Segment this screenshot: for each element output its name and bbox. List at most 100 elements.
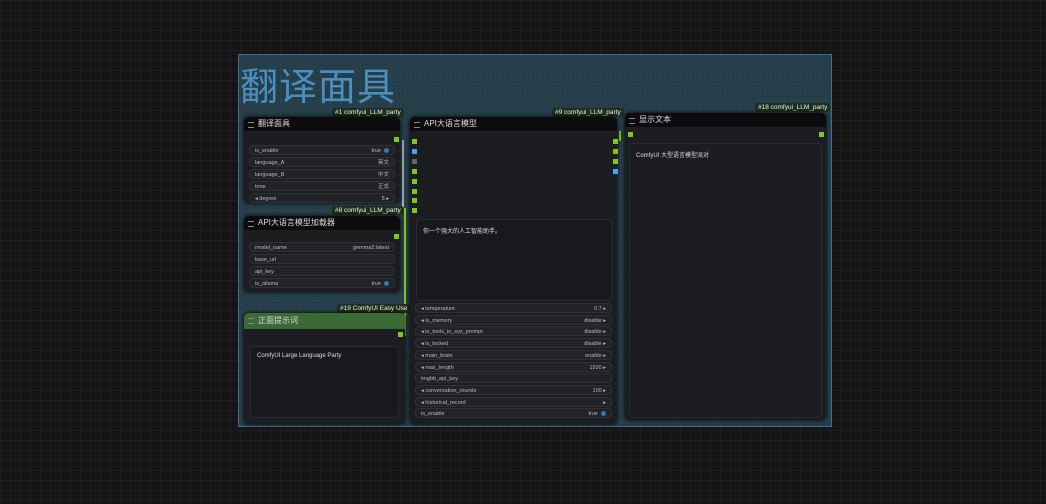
node-api-llm[interactable]: API大语言模型 你一个强大的人工智能助手。 ◂ temperature 0.7 …: [410, 117, 618, 424]
input-slot[interactable]: [412, 139, 417, 144]
output-slot[interactable]: [819, 132, 824, 137]
widget-label: degree: [259, 196, 277, 202]
output-slot[interactable]: [613, 149, 618, 154]
node-badge: #19 ComfyUI Easy Use: [337, 304, 411, 313]
increment-arrow-icon[interactable]: ▸: [385, 196, 389, 202]
prompt-textarea[interactable]: ComfyUI Large Language Party: [250, 346, 399, 418]
widget-is-tools-in-sys-prompt[interactable]: ◂ is_tools_in_sys_prompt disable ▸: [415, 326, 612, 337]
widget-value: 100: [592, 387, 602, 394]
link-wire: [402, 140, 404, 210]
node-title[interactable]: API大语言模型加载器: [244, 216, 400, 230]
output-slot[interactable]: [613, 159, 618, 164]
node-title[interactable]: 翻译面具: [244, 117, 400, 131]
widget-value: 正式: [377, 184, 389, 190]
widget-value: 英文: [377, 160, 389, 166]
widget-value: gemma2:latest: [352, 245, 389, 251]
increment-arrow-icon[interactable]: ▸: [603, 400, 606, 406]
widget-label: is_memory: [425, 317, 453, 324]
widget-value: disable: [584, 317, 602, 324]
increment-arrow-icon[interactable]: ▸: [602, 365, 606, 371]
widget-value: enable: [585, 352, 602, 359]
input-slot[interactable]: [412, 169, 417, 174]
node-title[interactable]: 显示文本: [625, 113, 826, 127]
widget-label: is_locked: [425, 341, 449, 348]
toggle-icon[interactable]: [384, 281, 389, 287]
node-show-text[interactable]: 显示文本 ComfyUI 大型语言模型派对: [625, 113, 826, 420]
widget-label: tone: [255, 184, 266, 190]
widget-is-locked[interactable]: ◂ is_locked disable ▸: [415, 338, 612, 349]
widget-value: 0.7: [594, 306, 602, 312]
widget-label: base_url: [255, 257, 277, 263]
widget-value: true: [371, 148, 381, 154]
toggle-icon[interactable]: [601, 411, 606, 417]
widget-max-length[interactable]: ◂ max_length 1920 ▸: [415, 361, 612, 372]
widget-imgbb-api-key[interactable]: imgbb_api_key: [415, 373, 612, 384]
node-badge: #18 comfyui_LLM_party: [755, 103, 831, 112]
widget-label: is_enable: [255, 148, 279, 154]
widget-conversation-rounds[interactable]: ◂ conversation_rounds 100 ▸: [415, 384, 612, 395]
widget-value: 1920: [589, 364, 602, 371]
widget-value: disable: [584, 329, 602, 336]
input-slot[interactable]: [412, 179, 417, 184]
node-api-llm-loader[interactable]: API大语言模型加载器 model_name gemma2:latest base_…: [244, 216, 400, 292]
output-slot[interactable]: [398, 332, 403, 337]
widget-value: disable: [584, 341, 602, 348]
input-slot[interactable]: [628, 132, 633, 137]
widget-language-A[interactable]: language_A 英文: [249, 157, 395, 167]
node-translate-mask[interactable]: 翻译面具 is_enable true language_A 英文 language_B…: [244, 117, 400, 203]
widget-label: is_tools_in_sys_prompt: [425, 329, 483, 336]
widget-value: 中文: [377, 172, 389, 178]
increment-arrow-icon[interactable]: ▸: [602, 388, 606, 394]
output-slot[interactable]: [613, 139, 618, 144]
widget-main-brain[interactable]: ◂ main_brain enable ▸: [415, 349, 612, 360]
widget-label: conversation_rounds: [425, 387, 477, 394]
input-slot[interactable]: [412, 198, 417, 203]
node-badge: #1 comfyui_LLM_party: [332, 108, 404, 117]
toggle-icon[interactable]: [384, 148, 389, 154]
widget-model-name[interactable]: model_name gemma2:latest: [249, 242, 395, 252]
input-slot[interactable]: [412, 159, 417, 164]
node-badge: #9 comfyui_LLM_party: [552, 108, 624, 117]
system-prompt-textarea[interactable]: 你一个强大的人工智能助手。: [416, 219, 612, 301]
increment-arrow-icon[interactable]: ▸: [602, 353, 606, 359]
widget-label: language_A: [255, 160, 285, 166]
output-slot[interactable]: [394, 137, 399, 142]
node-badge: #8 comfyui_LLM_party: [332, 206, 404, 215]
widget-is-enable[interactable]: is_enable true: [249, 145, 395, 155]
increment-arrow-icon[interactable]: ▸: [602, 341, 606, 347]
node-title[interactable]: API大语言模型: [410, 117, 617, 131]
widget-tone[interactable]: tone 正式: [249, 181, 395, 191]
widget-label: is_enable: [421, 411, 445, 418]
widget-label: is_ollama: [255, 281, 279, 287]
widget-label: api_key: [255, 269, 274, 275]
increment-arrow-icon[interactable]: ▸: [602, 318, 606, 324]
widget-degree[interactable]: ◂ degree 5 ▸: [249, 193, 395, 203]
widget-api-key[interactable]: api_key: [249, 266, 395, 276]
widget-is-enable[interactable]: is_enable true: [415, 408, 612, 419]
widget-label: language_B: [255, 172, 285, 178]
output-text-display[interactable]: ComfyUI 大型语言模型派对: [629, 143, 822, 418]
input-slot[interactable]: [412, 208, 417, 213]
widget-base-url[interactable]: base_url: [249, 254, 395, 264]
widget-historical-record[interactable]: ◂ historical_record ▸: [415, 396, 612, 407]
output-slot[interactable]: [394, 234, 399, 239]
increment-arrow-icon[interactable]: ▸: [602, 306, 606, 312]
node-positive-prompt[interactable]: 正面提示词 ComfyUI Large Language Party: [244, 313, 405, 424]
widget-value: true: [371, 281, 381, 287]
widget-label: temperature: [425, 306, 455, 312]
widget-is-memory[interactable]: ◂ is_memory disable ▸: [415, 314, 612, 325]
input-slot[interactable]: [412, 189, 417, 194]
widget-temperature[interactable]: ◂ temperature 0.7 ▸: [415, 303, 612, 313]
widget-label: imgbb_api_key: [421, 376, 458, 383]
widget-language-B[interactable]: language_B 中文: [249, 169, 395, 179]
widget-label: main_brain: [425, 352, 453, 359]
increment-arrow-icon[interactable]: ▸: [602, 329, 606, 335]
link-wire: [619, 131, 621, 141]
input-slot[interactable]: [412, 149, 417, 154]
widget-is-ollama[interactable]: is_ollama true: [249, 278, 395, 288]
widget-value: true: [588, 411, 598, 418]
widget-label: model_name: [255, 245, 287, 251]
group-title[interactable]: 翻译面具: [240, 56, 396, 111]
node-title[interactable]: 正面提示词: [244, 313, 405, 329]
output-slot[interactable]: [613, 169, 618, 174]
